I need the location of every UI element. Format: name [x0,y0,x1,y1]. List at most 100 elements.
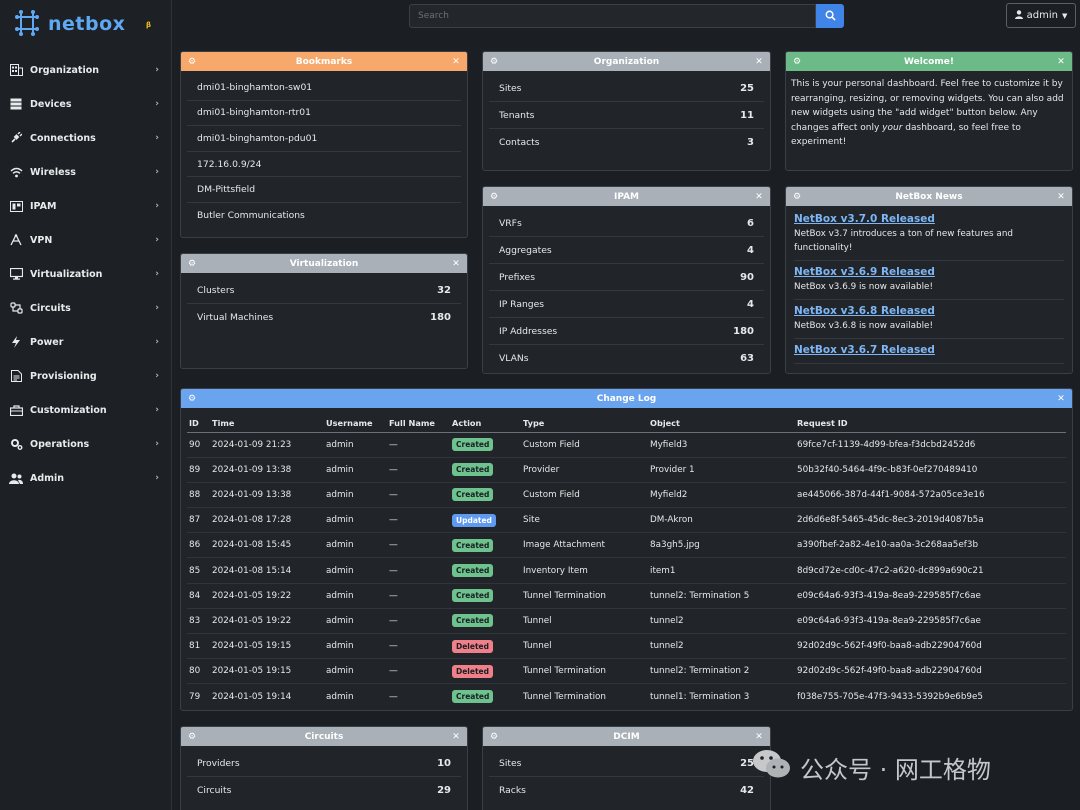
gear-icon[interactable]: ⚙ [187,732,197,742]
stat-row[interactable]: Clusters 32 [187,277,461,304]
bookmark-link[interactable]: dmi01-binghamton-pdu01 [187,126,461,152]
close-icon[interactable]: ✕ [754,732,764,742]
column-header[interactable]: Action [450,414,521,433]
request-id-link[interactable]: e09c64a6-93f3-419a-8ea9-229585f7c6ae [795,608,1066,635]
stat-row[interactable]: Circuits 29 [187,777,461,804]
object-cell[interactable]: tunnel2: Termination 5 [648,583,795,609]
close-icon[interactable]: ✕ [1056,192,1066,202]
stat-row[interactable]: Racks 42 [489,777,764,804]
bookmarks-header[interactable]: ⚙ Bookmarks ✕ [181,52,467,71]
change-time-link[interactable]: 2024-01-08 15:45 [210,532,324,559]
news-link[interactable]: NetBox v3.6.8 Released [794,303,1064,319]
stat-row[interactable]: VLANs 63 [489,345,764,372]
gear-icon[interactable]: ⚙ [187,57,197,67]
stat-row[interactable]: Contacts 3 [489,129,764,156]
welcome-header[interactable]: ⚙ Welcome! ✕ [786,52,1072,71]
change-id-link[interactable]: 84 [187,583,210,609]
change-id-link[interactable]: 79 [187,684,210,709]
news-link[interactable]: NetBox v3.6.9 Released [794,264,1064,280]
change-time-link[interactable]: 2024-01-05 19:15 [210,633,324,660]
sidebar-item-power[interactable]: Power › [0,325,171,359]
sidebar-item-customization[interactable]: Customization › [0,393,171,427]
change-time-link[interactable]: 2024-01-09 13:38 [210,482,324,509]
ipam-header[interactable]: ⚙ IPAM ✕ [483,187,770,206]
stat-row[interactable]: VRFs 6 [489,210,764,237]
news-link[interactable]: NetBox v3.6.7 Released [794,342,1064,358]
request-id-link[interactable]: 50b32f40-5464-4f9c-b83f-0ef270489410 [795,457,1066,483]
change-id-link[interactable]: 80 [187,658,210,685]
stat-row[interactable]: IP Addresses 180 [489,318,764,345]
bookmark-link[interactable]: dmi01-binghamton-sw01 [187,75,461,101]
change-time-link[interactable]: 2024-01-08 15:14 [210,557,324,584]
bookmark-link[interactable]: Butler Communications [187,203,461,229]
organization-header[interactable]: ⚙ Organization ✕ [483,52,770,71]
brand[interactable]: netbox β [0,0,171,48]
change-time-link[interactable]: 2024-01-05 19:22 [210,608,324,635]
request-id-link[interactable]: a390fbef-2a82-4e10-aa0a-3c268aa5ef3b [795,532,1066,559]
sidebar-item-operations[interactable]: Operations › [0,427,171,461]
change-time-link[interactable]: 2024-01-09 21:23 [210,432,324,458]
bookmark-link[interactable]: DM-Pittsfield [187,177,461,203]
search-input[interactable] [409,4,816,28]
column-header[interactable]: Object [648,414,795,433]
bookmark-link[interactable]: dmi01-binghamton-rtr01 [187,101,461,127]
change-id-link[interactable]: 90 [187,432,210,458]
sidebar-item-organization[interactable]: Organization › [0,53,171,87]
object-cell[interactable]: DM-Akron [648,507,795,534]
stat-row[interactable]: Tenants 11 [489,102,764,129]
gear-icon[interactable]: ⚙ [187,394,197,404]
change-id-link[interactable]: 87 [187,507,210,534]
request-id-link[interactable]: e09c64a6-93f3-419a-8ea9-229585f7c6ae [795,583,1066,609]
change-id-link[interactable]: 89 [187,457,210,483]
stat-row[interactable]: Sites 25 [489,750,764,777]
stat-row[interactable]: Aggregates 4 [489,237,764,264]
change-id-link[interactable]: 81 [187,633,210,660]
request-id-link[interactable]: 92d02d9c-562f-49f0-baa8-adb22904760d [795,633,1066,660]
close-icon[interactable]: ✕ [451,57,461,67]
gear-icon[interactable]: ⚙ [187,259,197,269]
request-id-link[interactable]: 2d6d6e8f-5465-45dc-8ec3-2019d4087b5a [795,507,1066,534]
request-id-link[interactable]: f038e755-705e-47f3-9433-5392b9e6b9e5 [795,684,1066,709]
column-header[interactable]: Username [324,414,387,433]
object-cell[interactable]: Myfield3 [648,432,795,458]
close-icon[interactable]: ✕ [754,57,764,67]
stat-row[interactable]: Sites 25 [489,75,764,102]
sidebar-item-virtualization[interactable]: Virtualization › [0,257,171,291]
gear-icon[interactable]: ⚙ [489,732,499,742]
stat-row[interactable]: IP Ranges 4 [489,291,764,318]
circuits-header[interactable]: ⚙ Circuits ✕ [181,727,467,746]
request-id-link[interactable]: ae445066-387d-44f1-9084-572a05ce3e16 [795,482,1066,509]
sidebar-item-vpn[interactable]: VPN › [0,223,171,257]
sidebar-item-circuits[interactable]: Circuits › [0,291,171,325]
sidebar-item-connections[interactable]: Connections › [0,121,171,155]
gear-icon[interactable]: ⚙ [792,57,802,67]
change-time-link[interactable]: 2024-01-08 17:28 [210,507,324,534]
sidebar-item-provisioning[interactable]: Provisioning › [0,359,171,393]
change-id-link[interactable]: 86 [187,532,210,559]
object-cell[interactable]: tunnel2 [648,608,795,635]
close-icon[interactable]: ✕ [451,732,461,742]
column-header[interactable]: Time [210,414,324,433]
close-icon[interactable]: ✕ [1056,57,1066,67]
object-cell[interactable]: tunnel1: Termination 3 [648,684,795,709]
stat-row[interactable]: Providers 10 [187,750,461,777]
sidebar-item-admin[interactable]: Admin › [0,461,171,495]
virtualization-header[interactable]: ⚙ Virtualization ✕ [181,254,467,273]
change-time-link[interactable]: 2024-01-05 19:15 [210,658,324,685]
search-button[interactable] [816,4,844,28]
column-header[interactable]: Full Name [387,414,450,433]
close-icon[interactable]: ✕ [451,259,461,269]
sidebar-item-devices[interactable]: Devices › [0,87,171,121]
close-icon[interactable]: ✕ [1056,394,1066,404]
bookmark-link[interactable]: 172.16.0.9/24 [187,152,461,178]
close-icon[interactable]: ✕ [754,192,764,202]
stat-row[interactable]: Prefixes 90 [489,264,764,291]
column-header[interactable]: Type [521,414,648,433]
user-menu-button[interactable]: admin ▼ [1006,3,1076,28]
change-time-link[interactable]: 2024-01-09 13:38 [210,457,324,483]
gear-icon[interactable]: ⚙ [489,192,499,202]
news-link[interactable]: NetBox v3.7.0 Released [794,211,1064,227]
stat-row[interactable]: Virtual Machines 180 [187,304,461,331]
request-id-link[interactable]: 8d9cd72e-cd0c-47c2-a620-dc899a690c21 [795,557,1066,584]
column-header[interactable]: Request ID [795,414,1066,433]
